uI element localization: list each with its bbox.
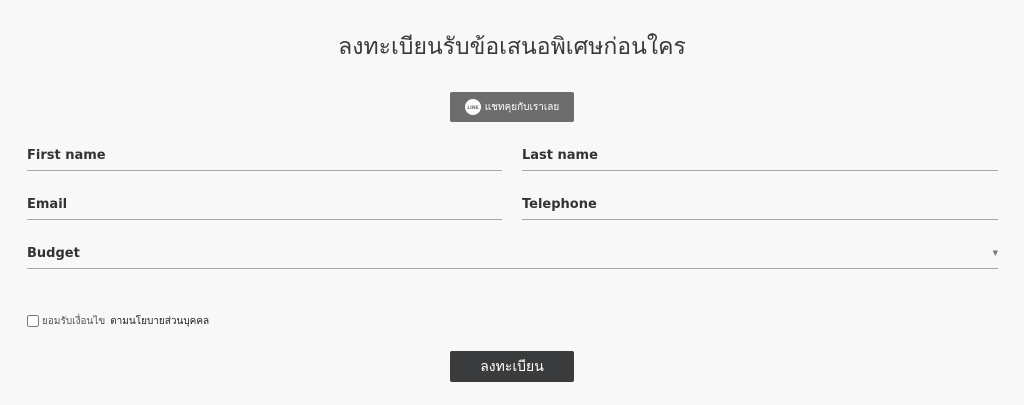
caret-down-icon: ▼ [992,249,998,257]
email-field [27,190,502,220]
svg-text:LINE: LINE [467,105,478,111]
last-name-field [522,141,998,171]
budget-selected-value: Budget [27,246,80,261]
first-name-input[interactable] [27,141,502,170]
page-title: ลงทะเบียนรับข้อเสนอพิเศษก่อนใคร [338,34,686,60]
budget-select[interactable]: Budget ▼ [27,239,998,269]
email-input[interactable] [27,190,502,219]
privacy-policy-link[interactable]: ตามนโยบายส่วนบุคคล [110,314,209,329]
first-name-field [27,141,502,171]
consent-row: ยอมรับเงื่อนไข ตามนโยบายส่วนบุคคล [27,314,209,328]
line-chat-label: แชทคุยกับเราเลย [484,101,560,113]
consent-text: ยอมรับเงื่อนไข [42,315,106,327]
telephone-field [522,190,998,220]
register-button[interactable]: ลงทะเบียน [450,351,574,382]
line-chat-button[interactable]: LINE แชทคุยกับเราเลย [450,92,574,122]
telephone-input[interactable] [522,190,998,219]
line-chat-icon: LINE [464,99,481,115]
last-name-input[interactable] [522,141,998,170]
consent-checkbox[interactable] [27,315,39,327]
